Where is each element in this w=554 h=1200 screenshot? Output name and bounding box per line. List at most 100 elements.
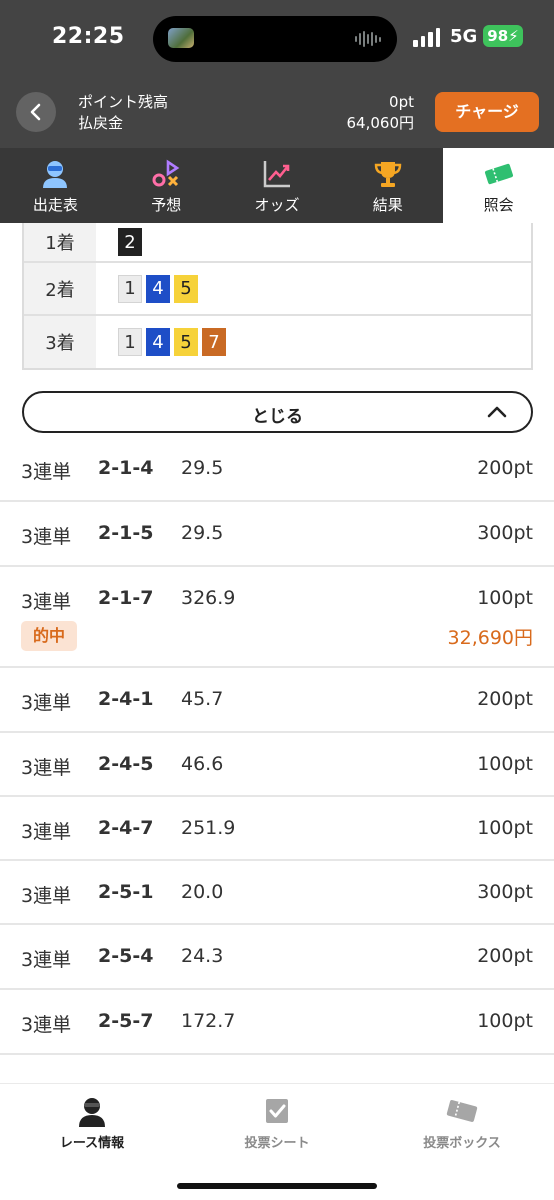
nav-label: 投票シート <box>244 1136 310 1151</box>
bet-row: 3連単 2-1-5 29.5 300pt <box>0 502 554 567</box>
race-tabs: 出走表 予想 オッズ 結果 照会 <box>0 148 554 223</box>
bet-odds: 45.7 <box>181 688 224 710</box>
bet-row: 3連単 2-5-4 24.3 200pt <box>0 925 554 990</box>
network-type: 5G <box>450 26 478 47</box>
bet-amount: 100pt <box>477 753 533 775</box>
tab-label: オッズ <box>254 196 300 214</box>
bet-odds: 20.0 <box>181 881 224 903</box>
nav-vote-box[interactable]: 投票ボックス <box>370 1084 554 1164</box>
balance-values: 0pt 64,060円 <box>347 92 415 134</box>
trophy-icon <box>374 162 401 187</box>
battery-icon: 98⚡ <box>483 25 523 47</box>
place-numbers: 1 4 5 7 <box>96 316 531 368</box>
place-label: 2着 <box>24 263 96 314</box>
bet-combination: 2-1-5 <box>98 522 154 544</box>
place-numbers: 1 4 5 <box>96 263 531 314</box>
bet-combination: 2-1-7 <box>98 587 154 609</box>
bet-type: 3連単 <box>21 1014 72 1036</box>
bet-type: 3連単 <box>21 757 72 779</box>
balance-labels: ポイント残高 払戻金 <box>78 92 168 134</box>
bet-amount: 200pt <box>477 457 533 479</box>
bet-odds: 326.9 <box>181 587 236 609</box>
tab-label: 出走表 <box>32 196 78 214</box>
boat-number: 2 <box>118 228 142 256</box>
bet-row-hit: 3連単 2-1-7 326.9 100pt 的中 32,690円 <box>0 567 554 668</box>
bet-odds: 46.6 <box>181 753 224 775</box>
audio-wave-icon <box>355 30 383 48</box>
place-label: 3着 <box>24 316 96 368</box>
result-row-3rd: 3着 1 4 5 7 <box>24 316 531 368</box>
bet-type: 3連単 <box>21 692 72 714</box>
tab-prediction[interactable]: 予想 <box>111 148 222 223</box>
odds-chart-icon <box>263 161 290 188</box>
tab-results[interactable]: 結果 <box>332 148 443 223</box>
nav-vote-sheet[interactable]: 投票シート <box>185 1084 369 1164</box>
result-row-2nd: 2着 1 4 5 <box>24 263 531 316</box>
boat-number: 4 <box>146 274 170 303</box>
point-balance-value: 0pt <box>389 93 414 111</box>
bet-amount: 300pt <box>477 522 533 544</box>
bet-row: 3連単 2-5-1 20.0 300pt <box>0 861 554 925</box>
bet-type: 3連単 <box>21 885 72 907</box>
chevron-left-icon <box>30 103 41 121</box>
bet-type: 3連単 <box>21 949 72 971</box>
bet-combination: 2-4-1 <box>98 688 154 710</box>
boat-number: 1 <box>118 274 142 303</box>
bet-combination: 2-4-5 <box>98 753 154 775</box>
place-label: 1着 <box>24 223 96 261</box>
bet-type: 3連単 <box>21 821 72 843</box>
bet-amount: 100pt <box>477 817 533 839</box>
tab-label: 予想 <box>151 196 182 214</box>
bet-type: 3連単 <box>21 591 72 613</box>
hit-badge: 的中 <box>21 621 77 651</box>
prediction-icon <box>152 159 180 187</box>
bet-combination: 2-5-7 <box>98 1010 154 1032</box>
bet-amount: 200pt <box>477 688 533 710</box>
bet-row: 3連単 2-1-4 29.5 200pt <box>0 437 554 502</box>
bet-type: 3連単 <box>21 461 72 483</box>
boat-number: 7 <box>202 328 226 356</box>
boat-number: 5 <box>174 328 198 356</box>
home-indicator[interactable] <box>177 1183 377 1189</box>
boat-number: 4 <box>146 328 170 356</box>
bet-odds: 29.5 <box>181 457 224 479</box>
bet-combination: 2-1-4 <box>98 457 154 479</box>
vote-sheet-icon <box>266 1099 288 1123</box>
tab-label: 照会 <box>483 196 514 214</box>
race-result-table: 1着 2 2着 1 4 5 3着 1 4 5 7 <box>22 223 533 370</box>
app-header: ポイント残高 払戻金 0pt 64,060円 チャージ <box>0 78 554 148</box>
close-results-button[interactable]: とじる <box>22 391 533 433</box>
bet-combination: 2-5-1 <box>98 881 154 903</box>
nav-label: 投票ボックス <box>423 1136 501 1151</box>
tab-label: 結果 <box>372 196 403 214</box>
vote-box-icon <box>446 1100 478 1122</box>
bet-odds: 172.7 <box>181 1010 236 1032</box>
bet-amount: 100pt <box>477 587 533 609</box>
status-time: 22:25 <box>52 24 125 49</box>
charge-button[interactable]: チャージ <box>435 92 539 132</box>
tab-odds[interactable]: オッズ <box>222 148 333 223</box>
signal-icon <box>413 27 441 47</box>
nav-race-info[interactable]: レース情報 <box>0 1084 184 1164</box>
bet-odds: 251.9 <box>181 817 236 839</box>
refund-value: 64,060円 <box>346 114 415 132</box>
bet-type: 3連単 <box>21 526 72 548</box>
racer-icon <box>43 161 68 188</box>
bet-row: 3連単 2-4-1 45.7 200pt <box>0 668 554 733</box>
nav-label: レース情報 <box>59 1136 125 1151</box>
tab-inquiry[interactable]: 照会 <box>443 148 554 223</box>
bet-row: 3連単 2-4-5 46.6 100pt <box>0 733 554 797</box>
bet-odds: 24.3 <box>181 945 224 967</box>
result-row-1st: 1着 2 <box>24 223 531 263</box>
dynamic-island <box>153 16 397 62</box>
bet-amount: 100pt <box>477 1010 533 1032</box>
status-bar: 22:25 5G 98⚡ <box>0 0 554 78</box>
tab-entry-list[interactable]: 出走表 <box>0 148 111 223</box>
now-playing-thumbnail <box>168 28 194 48</box>
bet-amount: 300pt <box>477 881 533 903</box>
race-info-icon <box>79 1098 105 1127</box>
bet-amount: 200pt <box>477 945 533 967</box>
place-numbers: 2 <box>96 223 531 261</box>
back-button[interactable] <box>16 92 56 132</box>
bet-row: 3連単 2-4-7 251.9 100pt <box>0 797 554 861</box>
